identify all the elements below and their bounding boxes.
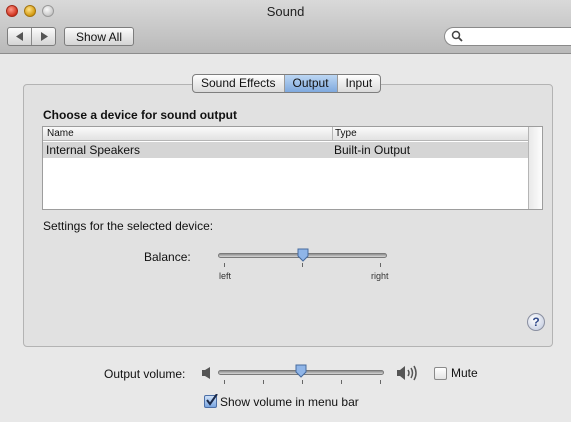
search-input[interactable] — [444, 27, 571, 46]
device-name-cell: Internal Speakers — [46, 143, 141, 157]
back-arrow-icon — [15, 32, 23, 41]
balance-slider-knob[interactable] — [297, 248, 309, 262]
mute-checkbox[interactable] — [434, 367, 447, 380]
tab-output[interactable]: Output — [283, 75, 337, 92]
balance-right-label: right — [371, 271, 389, 281]
show-all-button[interactable]: Show All — [64, 27, 134, 46]
speaker-low-icon — [202, 367, 210, 379]
output-volume-label: Output volume: — [104, 367, 186, 381]
balance-label: Balance: — [144, 250, 191, 264]
device-type-cell: Built-in Output — [334, 143, 411, 157]
mute-label[interactable]: Mute — [451, 366, 478, 380]
section-title: Choose a device for sound output — [43, 108, 238, 122]
volume-tick — [380, 380, 381, 384]
volume-slider-knob[interactable] — [295, 364, 307, 378]
volume-tick — [263, 380, 264, 384]
column-header-name[interactable]: Name — [47, 128, 74, 139]
show-volume-checkbox[interactable] — [204, 394, 218, 408]
balance-tick-center — [302, 263, 303, 267]
volume-tick — [302, 380, 303, 384]
settings-label: Settings for the selected device: — [43, 219, 214, 233]
column-header-type[interactable]: Type — [332, 127, 357, 140]
device-table: Name Type Internal Speakers Built-in Out… — [42, 126, 543, 210]
output-panel — [23, 84, 553, 347]
tab-bar: Sound Effects Output Input — [192, 74, 382, 93]
volume-tick — [224, 380, 225, 384]
speaker-high-icon — [397, 365, 417, 381]
checkmark-icon — [206, 394, 218, 406]
balance-tick-left — [224, 263, 225, 267]
forward-arrow-icon — [40, 32, 48, 41]
tab-sound-effects[interactable]: Sound Effects — [193, 75, 283, 92]
show-volume-label[interactable]: Show volume in menu bar — [220, 395, 359, 409]
balance-tick-right — [380, 263, 381, 267]
table-row[interactable]: Internal Speakers Built-in Output — [43, 142, 529, 158]
volume-tick — [341, 380, 342, 384]
table-header: Name Type — [43, 127, 529, 141]
help-button[interactable]: ? — [527, 313, 545, 331]
balance-left-label: left — [219, 271, 232, 281]
search-icon — [451, 30, 463, 42]
tab-input[interactable]: Input — [336, 75, 381, 92]
window-title: Sound — [266, 4, 305, 19]
back-forward-group — [7, 27, 56, 46]
forward-button[interactable] — [31, 28, 55, 45]
window-toolbar: Sound Show All — [0, 0, 571, 54]
back-button[interactable] — [8, 28, 31, 45]
table-scrollbar[interactable] — [528, 127, 542, 209]
